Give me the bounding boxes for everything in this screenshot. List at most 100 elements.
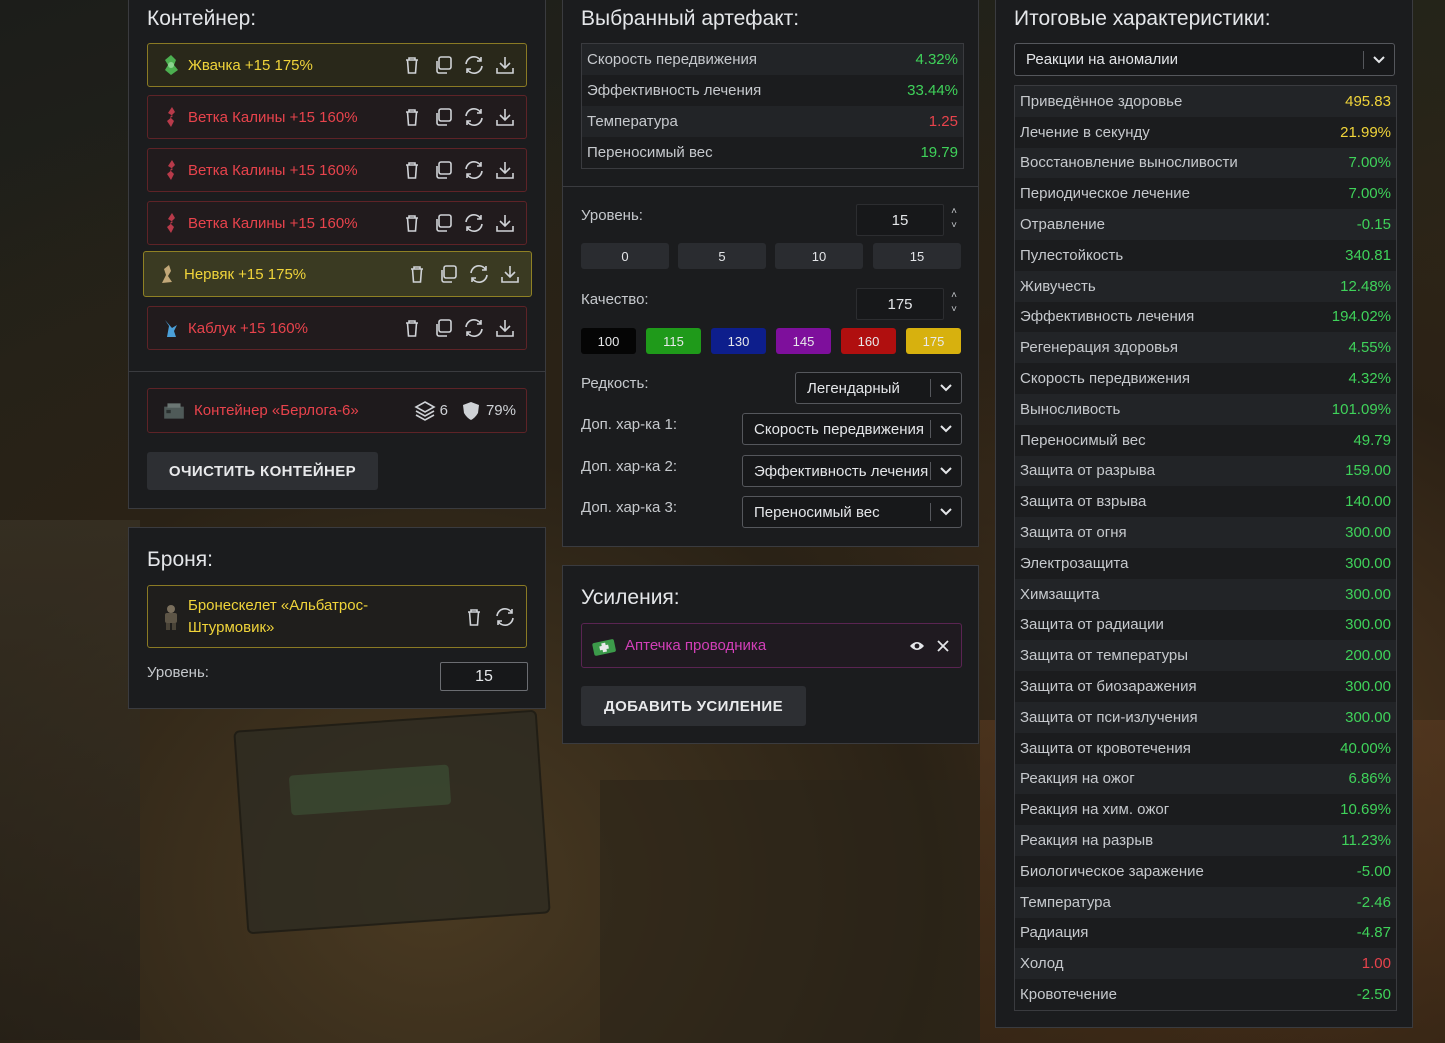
level-stepper-up[interactable]: ˄ [948,206,960,218]
level-chip-15[interactable]: 15 [873,243,961,269]
quality-chip-115[interactable]: 115 [646,328,701,354]
stat-value: -4.87 [1356,924,1391,942]
add-boost-button[interactable]: ДОБАВИТЬ УСИЛЕНИЕ [581,686,806,726]
extra3-select[interactable]: Переносимый вес [742,496,962,528]
quality-chip-160[interactable]: 160 [841,328,896,354]
rarity-select[interactable]: Легендарный [795,372,962,404]
download-icon[interactable] [494,212,516,234]
chevron-down-icon [931,425,961,433]
delete-icon[interactable] [401,106,423,128]
totals-stat-row: Электрозащита 300.00 [1015,547,1396,579]
stat-name: Реакция на ожог [1020,770,1135,788]
totals-stats-table: Приведённое здоровье 495.83 Лечение в секу… [1014,85,1397,1011]
stat-value: 10.69% [1340,801,1391,819]
stat-name: Живучесть [1020,277,1096,295]
container-item-5-selected[interactable]: Нервяк +15 175% [143,251,532,297]
quality-stepper-down[interactable]: ˅ [948,304,960,316]
totals-stat-row: Защита от огня 300.00 [1015,517,1396,548]
stat-value: 300.00 [1345,678,1391,696]
totals-stat-row: Восстановление выносливости 7.00% [1015,147,1396,179]
container-item-6[interactable]: Каблук +15 160% [147,306,527,350]
chevron-down-icon [931,384,961,392]
download-icon[interactable] [494,54,516,76]
download-icon[interactable] [494,106,516,128]
extra2-select[interactable]: Эффективность лечения [742,455,962,487]
copy-icon[interactable] [432,212,454,234]
container-item-1[interactable]: Жвачка +15 175% [147,43,527,87]
download-icon[interactable] [499,263,521,285]
medkit-icon [592,638,616,656]
swap-icon[interactable] [463,159,485,181]
stat-value: 300.00 [1345,554,1391,572]
quality-chip-130[interactable]: 130 [711,328,766,354]
copy-icon[interactable] [432,54,454,76]
close-icon[interactable] [937,639,949,652]
stat-value: 12.48% [1340,277,1391,295]
stat-value: 159.00 [1345,462,1391,480]
container-box[interactable]: Контейнер «Берлога-6» 6 79% [147,388,527,433]
stat-value: 495.83 [1345,92,1391,110]
quality-chip-100[interactable]: 100 [581,328,636,354]
level-stepper-down[interactable]: ˅ [948,220,960,232]
extra1-label: Доп. хар-ка 1: [581,416,678,433]
container-item-3[interactable]: Ветка Калины +15 160% [147,148,527,192]
totals-stat-row: Химзащита 300.00 [1015,578,1396,610]
stat-name: Защита от радиации [1020,616,1164,634]
chevron-down-icon [931,508,961,516]
artifact-title: Выбранный артефакт: [581,7,800,30]
level-chip-10[interactable]: 10 [775,243,863,269]
level-chip-0[interactable]: 0 [581,243,669,269]
stat-value: 40.00% [1340,739,1391,757]
container-item-2[interactable]: Ветка Калины +15 160% [147,95,527,139]
boost-item[interactable]: Аптечка проводника [581,623,962,668]
eye-icon[interactable] [909,640,925,652]
totals-stat-row: Холод 1.00 [1015,948,1396,980]
stat-value: 101.09% [1331,400,1391,418]
delete-icon[interactable] [401,159,423,181]
stat-value: 140.00 [1345,493,1391,511]
artifact-quality-input[interactable]: 175 [856,288,944,320]
quality-chip-145[interactable]: 145 [776,328,831,354]
delete-icon[interactable] [463,606,485,628]
stat-name: Восстановление выносливости [1020,154,1238,172]
delete-icon[interactable] [406,263,428,285]
stat-value: -2.46 [1356,893,1391,911]
copy-icon[interactable] [432,106,454,128]
swap-icon[interactable] [468,263,490,285]
download-icon[interactable] [494,159,516,181]
container-title: Контейнер: [147,7,257,30]
container-item-4[interactable]: Ветка Калины +15 160% [147,201,527,245]
artifact-stat-row: Эффективность лечения 33.44% [582,75,963,106]
copy-icon[interactable] [432,159,454,181]
swap-icon[interactable] [463,317,485,339]
armor-item[interactable]: Бронескелет «Альбатрос- Штурмовик» [147,585,527,648]
download-icon[interactable] [494,317,516,339]
artifact-blue-icon [165,320,177,337]
totals-stat-row: Приведённое здоровье 495.83 [1015,86,1396,117]
stat-value: -2.50 [1356,986,1391,1003]
artifact-level-input[interactable]: 15 [856,204,944,236]
armor-level-input[interactable]: 15 [440,662,528,691]
level-chip-5[interactable]: 5 [678,243,766,269]
artifact-beige-icon [162,265,172,283]
delete-icon[interactable] [401,317,423,339]
extra2-label: Доп. хар-ка 2: [581,458,678,475]
totals-filter-select[interactable]: Реакции на аномалии [1014,43,1395,76]
copy-icon[interactable] [432,317,454,339]
swap-icon[interactable] [463,212,485,234]
extra1-select[interactable]: Скорость передвижения [742,413,962,445]
swap-icon[interactable] [494,606,516,628]
container-panel: Контейнер: Жвачка +15 175% Ветка Калины … [128,0,546,509]
quality-stepper-up[interactable]: ˄ [948,290,960,302]
delete-icon[interactable] [401,54,423,76]
swap-icon[interactable] [463,106,485,128]
quality-chip-175[interactable]: 175 [906,328,961,354]
copy-icon[interactable] [437,263,459,285]
stat-name: Отравление [1020,216,1105,234]
stat-value: 300.00 [1345,616,1391,634]
clear-container-button[interactable]: ОЧИСТИТЬ КОНТЕЙНЕР [147,452,378,490]
stat-name: Приведённое здоровье [1020,92,1183,110]
delete-icon[interactable] [401,212,423,234]
stat-value: 300.00 [1345,585,1391,603]
swap-icon[interactable] [463,54,485,76]
